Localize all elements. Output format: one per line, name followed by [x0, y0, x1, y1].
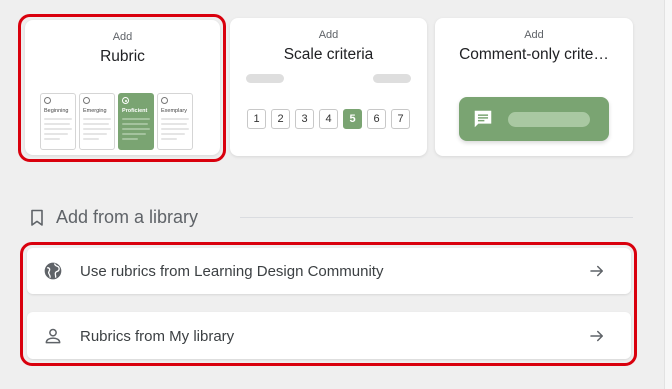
comment-title: Comment-only crite…: [459, 46, 609, 63]
rubric-level-proficient: Proficient: [118, 93, 154, 150]
scale-option-4: 4: [319, 109, 338, 129]
library-item-label: Rubrics from My library: [80, 328, 235, 345]
scale-criteria-card[interactable]: Add Scale criteria 1 2 3 4 5 6 7: [230, 18, 427, 156]
scale-max-label-placeholder: [373, 74, 411, 83]
person-icon: [45, 328, 61, 344]
scale-title: Scale criteria: [283, 46, 374, 63]
radio-icon: [161, 97, 168, 104]
scale-add-label: Add: [318, 29, 339, 41]
rubric-title: Rubric: [100, 48, 145, 65]
scale-option-5: 5: [343, 109, 362, 129]
rubric-level-label: Emerging: [83, 108, 107, 114]
library-item-community[interactable]: Use rubrics from Learning Design Communi…: [27, 248, 631, 294]
rubric-level-beginning: Beginning: [40, 93, 76, 150]
library-item-my-library[interactable]: Rubrics from My library: [27, 312, 631, 359]
scale-option-7: 7: [391, 109, 410, 129]
scrollbar-track[interactable]: [664, 0, 672, 389]
radio-icon: [83, 97, 90, 104]
scale-option-6: 6: [367, 109, 386, 129]
comment-preview: [459, 97, 609, 141]
arrow-right-icon: [590, 330, 603, 342]
comment-only-card[interactable]: Add Comment-only crite…: [435, 18, 633, 156]
library-item-label: Use rubrics from Learning Design Communi…: [80, 263, 384, 280]
rubric-level-label: Proficient: [122, 108, 148, 114]
rubric-level-exemplary: Exemplary: [157, 93, 193, 150]
rubric-card[interactable]: Add Rubric Beginning Emerging Proficient…: [25, 20, 220, 155]
library-divider: [240, 217, 633, 218]
bookmark-icon: [31, 209, 43, 226]
scale-min-label-placeholder: [246, 74, 284, 83]
comment-icon: [474, 110, 492, 128]
globe-icon: [44, 262, 62, 280]
scale-option-2: 2: [271, 109, 290, 129]
scale-option-3: 3: [295, 109, 314, 129]
library-heading: Add from a library: [56, 207, 199, 227]
rubric-level-label: Exemplary: [161, 108, 187, 114]
radio-icon: [44, 97, 51, 104]
arrow-right-icon: [590, 265, 603, 277]
scale-option-1: 1: [247, 109, 266, 129]
rubric-level-label: Beginning: [44, 108, 69, 114]
rubric-level-emerging: Emerging: [79, 93, 115, 150]
rubric-add-label: Add: [112, 31, 133, 43]
radio-selected-icon: [122, 97, 129, 104]
comment-add-label: Add: [524, 29, 544, 41]
comment-text-placeholder: [508, 112, 590, 127]
